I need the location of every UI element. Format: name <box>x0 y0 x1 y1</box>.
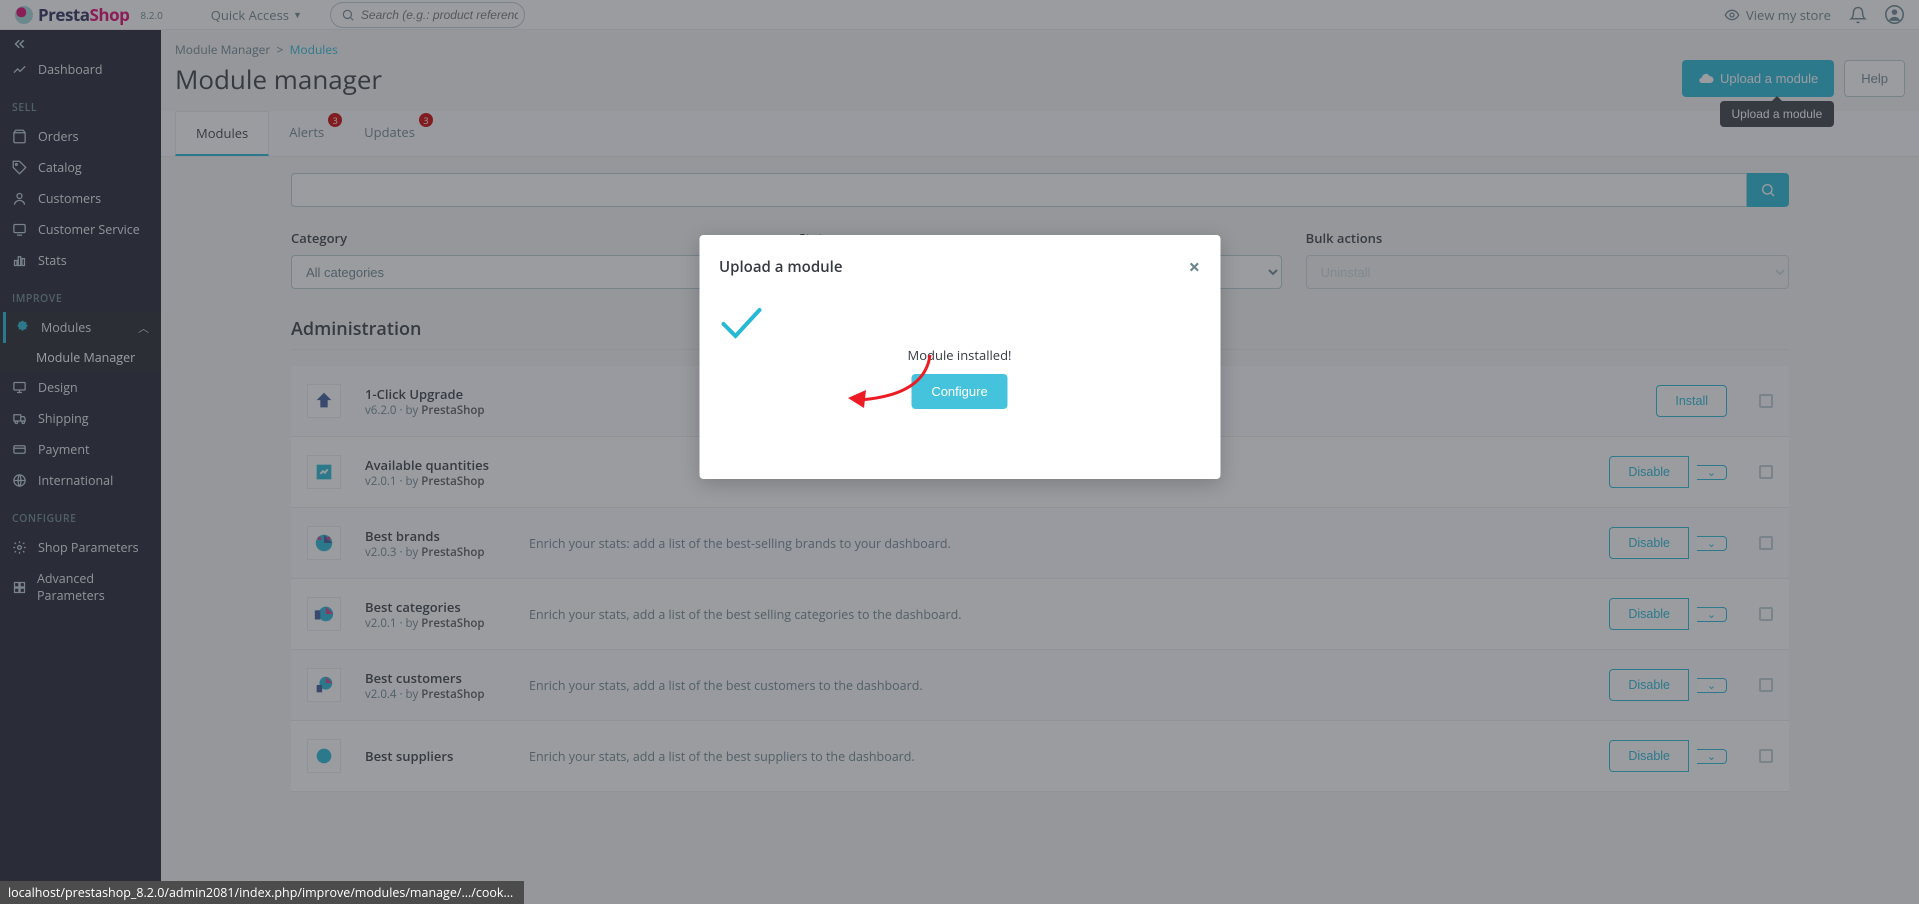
close-icon[interactable]: × <box>1189 253 1200 280</box>
modal-head: Upload a module × <box>699 235 1220 298</box>
browser-status-bar: localhost/prestashop_8.2.0/admin2081/ind… <box>0 881 524 904</box>
upload-modal: Upload a module × Module installed! Conf… <box>699 235 1220 479</box>
configure-button[interactable]: Configure <box>911 374 1007 409</box>
modal-message: Module installed! <box>719 346 1200 364</box>
modal-title: Upload a module <box>719 257 843 277</box>
check-icon <box>719 306 1200 340</box>
modal-body: Module installed! Configure <box>699 298 1220 479</box>
